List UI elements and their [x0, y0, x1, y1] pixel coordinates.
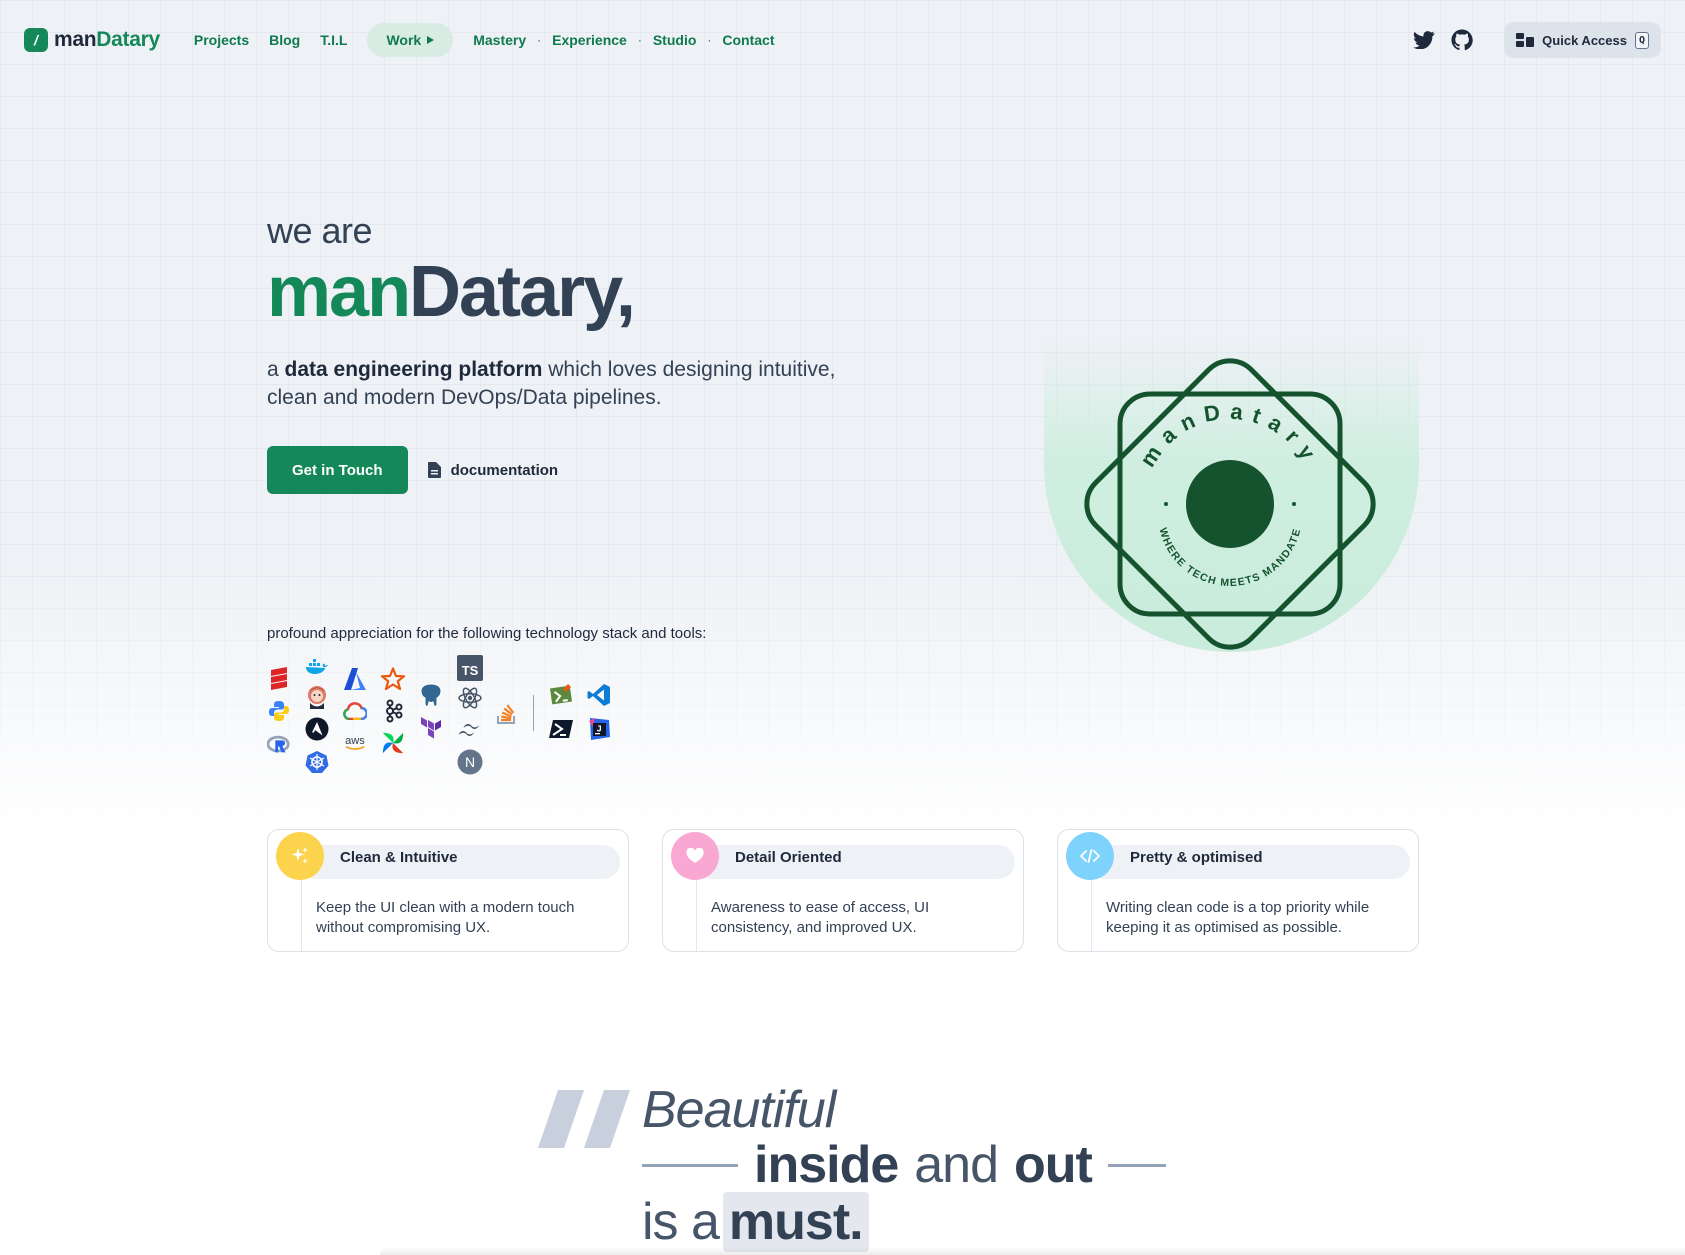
- feature-card: Pretty & optimised Writing clean code is…: [1057, 829, 1419, 952]
- jetbrains-icon: [587, 717, 611, 741]
- r-icon: [267, 733, 291, 757]
- cta-row: Get in Touch documentation: [267, 446, 867, 494]
- code-icon: [1066, 832, 1114, 880]
- quote-dash: [1107, 1163, 1166, 1167]
- python-icon: [267, 699, 291, 723]
- airflow-icon: [381, 731, 405, 755]
- nav-til[interactable]: T.I.L: [310, 32, 357, 48]
- quote-and: and: [914, 1136, 999, 1194]
- quote-inside: inside: [754, 1136, 899, 1194]
- card-header: Pretty & optimised: [1066, 832, 1410, 880]
- nextjs-text: N: [465, 754, 475, 770]
- quote-dash: [642, 1163, 738, 1167]
- quote-out: out: [1014, 1136, 1093, 1194]
- nav-links: Projects Blog T.I.L Work Mastery · Exper…: [184, 23, 785, 57]
- hero-brand-suffix: Datary,: [409, 252, 636, 332]
- play-icon: [427, 36, 435, 44]
- kubernetes-icon: [305, 750, 329, 774]
- stack-label: profound appreciation for the following …: [267, 625, 707, 642]
- postgres-icon: [419, 683, 443, 707]
- stackoverflow-icon: [495, 701, 519, 725]
- nav-experience[interactable]: Experience: [542, 32, 637, 48]
- react-icon: [457, 685, 483, 711]
- typescript-text: TS: [462, 663, 479, 678]
- kafka-icon: [381, 699, 405, 723]
- logo-suffix: Datary: [96, 28, 160, 51]
- hero-tagline: a data engineering platform which loves …: [267, 356, 867, 412]
- aws-icon: aws: [343, 731, 367, 755]
- docker-icon: [305, 655, 329, 679]
- nextjs-icon: N: [457, 749, 483, 775]
- feature-card: Clean & Intuitive Keep the UI clean with…: [267, 829, 629, 952]
- tailwind-icon: [457, 717, 483, 743]
- hero: we are manDatary, a data engineering pla…: [267, 210, 867, 494]
- feature-cards: Clean & Intuitive Keep the UI clean with…: [267, 829, 1419, 952]
- quote-mark-icon: [538, 1090, 630, 1148]
- emblem-core: [1186, 460, 1274, 548]
- nav-studio[interactable]: Studio: [643, 32, 707, 48]
- azure-icon: [343, 667, 367, 691]
- nav-blog[interactable]: Blog: [259, 32, 310, 48]
- card-title: Pretty & optimised: [1130, 849, 1263, 866]
- gcp-icon: [343, 699, 367, 723]
- tagline-prefix: a: [267, 358, 279, 381]
- bottom-panel-edge: [380, 1247, 1685, 1255]
- nav-contact[interactable]: Contact: [712, 32, 784, 48]
- ansible-icon: [305, 717, 329, 741]
- brand-emblem: manDatary WHERE TECH MEETS MANDATE: [1084, 358, 1376, 650]
- get-in-touch-button[interactable]: Get in Touch: [267, 446, 408, 494]
- quote-line-2: inside and out: [642, 1135, 1166, 1195]
- feature-card: Detail Oriented Awareness to ease of acc…: [662, 829, 1024, 952]
- jenkins-icon: [305, 685, 329, 709]
- powershell-icon: [549, 717, 573, 741]
- terraform-icon: [419, 717, 443, 741]
- star-icon: [381, 667, 405, 691]
- nav-projects[interactable]: Projects: [184, 32, 259, 48]
- nav-work-label: Work: [386, 32, 422, 48]
- card-header: Detail Oriented: [671, 832, 1015, 880]
- hero-intro: we are: [267, 210, 373, 251]
- card-body: Writing clean code is a top priority whi…: [1106, 899, 1370, 936]
- logo-mark: /: [24, 28, 48, 52]
- heart-icon: [671, 832, 719, 880]
- card-body: Keep the UI clean with a modern touch wi…: [316, 899, 575, 936]
- quick-access-label: Quick Access: [1542, 32, 1627, 48]
- card-body: Awareness to ease of access, UI consiste…: [711, 899, 930, 936]
- top-nav: / manDatary Projects Blog T.I.L Work Mas…: [24, 22, 1661, 58]
- card-title: Clean & Intuitive: [340, 849, 458, 866]
- nav-work[interactable]: Work: [367, 23, 454, 57]
- quote-is-a: is a: [642, 1193, 720, 1251]
- nav-right: Quick Access Q: [1412, 22, 1661, 58]
- quote-must: must.: [722, 1192, 869, 1252]
- hero-brand-prefix: man: [267, 252, 411, 332]
- quick-access-shortcut: Q: [1634, 31, 1649, 49]
- card-title: Detail Oriented: [735, 849, 842, 866]
- documentation-link[interactable]: documentation: [427, 461, 559, 479]
- dashboard-icon: [1516, 33, 1535, 47]
- typescript-icon: TS: [457, 655, 483, 681]
- aws-text: aws: [345, 735, 365, 747]
- logo-prefix: man: [54, 28, 97, 51]
- stack-divider: [533, 695, 534, 731]
- document-icon: [427, 462, 441, 478]
- quote-line-1: Beautiful: [642, 1081, 836, 1139]
- quote-line-3: is a must.: [642, 1192, 869, 1252]
- twitter-icon[interactable]: [1412, 28, 1436, 52]
- card-header: Clean & Intuitive: [276, 832, 620, 880]
- tagline-bold: data engineering platform: [284, 358, 543, 381]
- scala-icon: [267, 667, 291, 691]
- sparkle-icon: [276, 832, 324, 880]
- documentation-label: documentation: [450, 461, 559, 479]
- quick-access-button[interactable]: Quick Access Q: [1504, 22, 1661, 58]
- nav-mastery[interactable]: Mastery: [463, 32, 536, 48]
- vscode-icon: [587, 683, 611, 707]
- hero-brand: manDatary,: [267, 256, 867, 328]
- logo-text: manDatary: [54, 28, 160, 52]
- logo[interactable]: / manDatary: [24, 28, 160, 52]
- github-icon[interactable]: [1450, 28, 1474, 52]
- git-icon: [549, 683, 573, 707]
- tech-stack: aws TS N: [267, 655, 627, 775]
